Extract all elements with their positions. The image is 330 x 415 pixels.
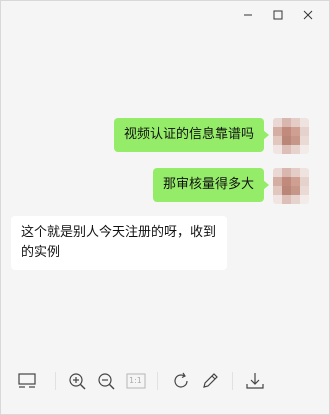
message-row: 这个就是别人今天注册的呀，收到的实例 <box>11 216 227 270</box>
thumbnail-icon <box>18 373 36 388</box>
download-button[interactable] <box>244 370 266 392</box>
chat-screenshot: 视频认证的信息靠谱吗 那审核量得多大 这个就是别人今天注册的呀，收到的实例 <box>1 29 330 359</box>
toolbar-divider <box>55 372 56 390</box>
edit-icon <box>203 373 218 388</box>
maximize-button[interactable] <box>263 2 293 28</box>
actual-size-button[interactable]: 1:1 <box>125 370 147 392</box>
maximize-icon <box>273 10 283 20</box>
zoom-in-button[interactable] <box>66 370 88 392</box>
close-icon <box>303 10 313 20</box>
minimize-icon <box>244 14 252 16</box>
download-icon <box>246 373 264 389</box>
image-viewer-window: 视频认证的信息靠谱吗 那审核量得多大 这个就是别人今天注册的呀，收到的实例 1:… <box>0 0 330 415</box>
zoom-out-button[interactable] <box>95 370 117 392</box>
zoom-out-icon <box>98 373 115 390</box>
actual-size-label: 1:1 <box>129 376 142 385</box>
sent-message-bubble: 那审核量得多大 <box>152 168 270 202</box>
minimize-button[interactable] <box>233 2 263 28</box>
edit-button[interactable] <box>199 370 221 392</box>
sent-message-bubble: 视频认证的信息靠谱吗 <box>113 118 270 152</box>
rotate-icon <box>174 372 188 388</box>
toolbar-divider <box>157 372 158 390</box>
message-row: 那审核量得多大 <box>152 168 309 204</box>
message-row: 视频认证的信息靠谱吗 <box>113 118 309 154</box>
received-message-bubble: 这个就是别人今天注册的呀，收到的实例 <box>11 216 227 270</box>
title-bar <box>209 1 329 29</box>
avatar <box>273 118 309 154</box>
rotate-button[interactable] <box>170 370 192 392</box>
thumbnail-button[interactable] <box>16 370 38 392</box>
zoom-in-icon <box>69 373 86 390</box>
avatar <box>273 168 309 204</box>
close-button[interactable] <box>293 2 323 28</box>
toolbar-divider <box>232 372 233 390</box>
viewer-toolbar: 1:1 <box>1 366 330 396</box>
